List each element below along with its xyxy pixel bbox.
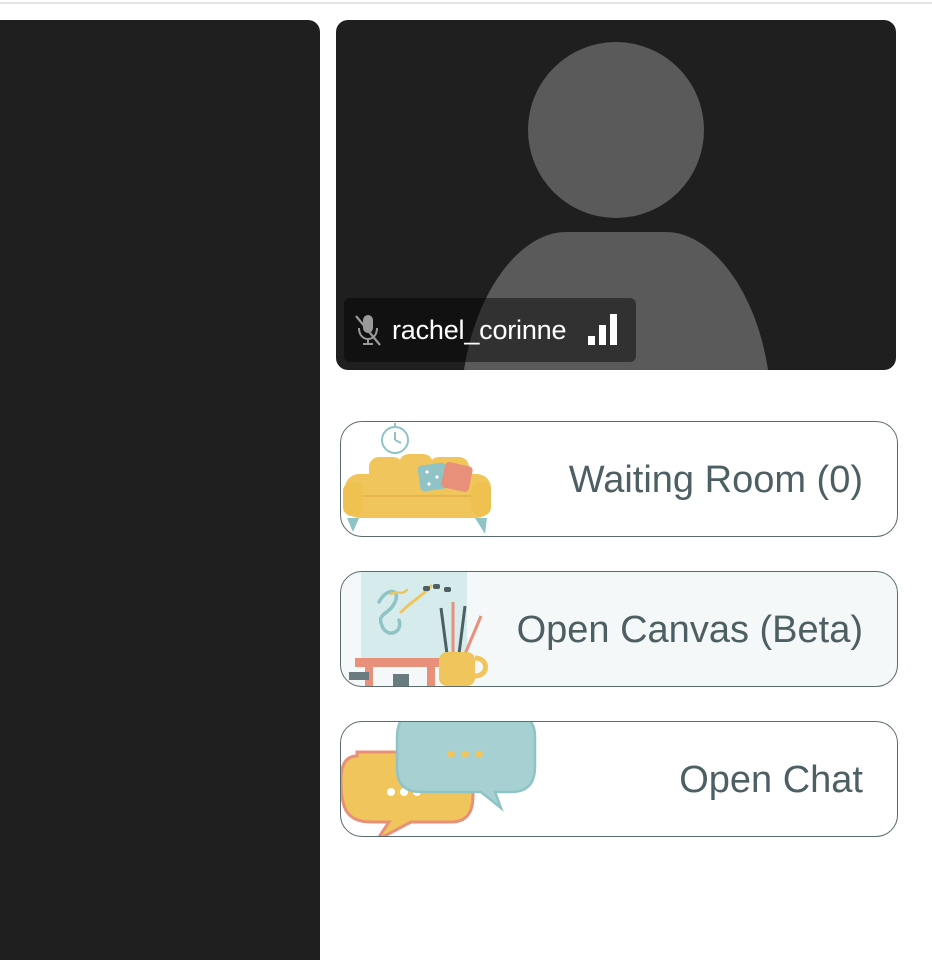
chat-bubbles-icon [341, 722, 537, 836]
easel-icon [349, 572, 488, 686]
signal-strength-icon [588, 314, 617, 345]
open-canvas-button[interactable]: Open Canvas (Beta) [340, 571, 898, 687]
participant-name: rachel_corinne [392, 315, 567, 345]
open-chat-label: Open Chat [679, 759, 863, 801]
waiting-room-button[interactable]: Waiting Room (0) [340, 421, 898, 537]
waiting-room-label: Waiting Room (0) [568, 459, 863, 501]
top-divider [0, 2, 932, 4]
open-chat-button[interactable]: Open Chat [340, 721, 898, 837]
mic-muted-icon[interactable] [352, 312, 384, 348]
open-canvas-label: Open Canvas (Beta) [516, 609, 863, 651]
sofa-icon [343, 423, 491, 534]
main-video-panel [0, 20, 320, 960]
